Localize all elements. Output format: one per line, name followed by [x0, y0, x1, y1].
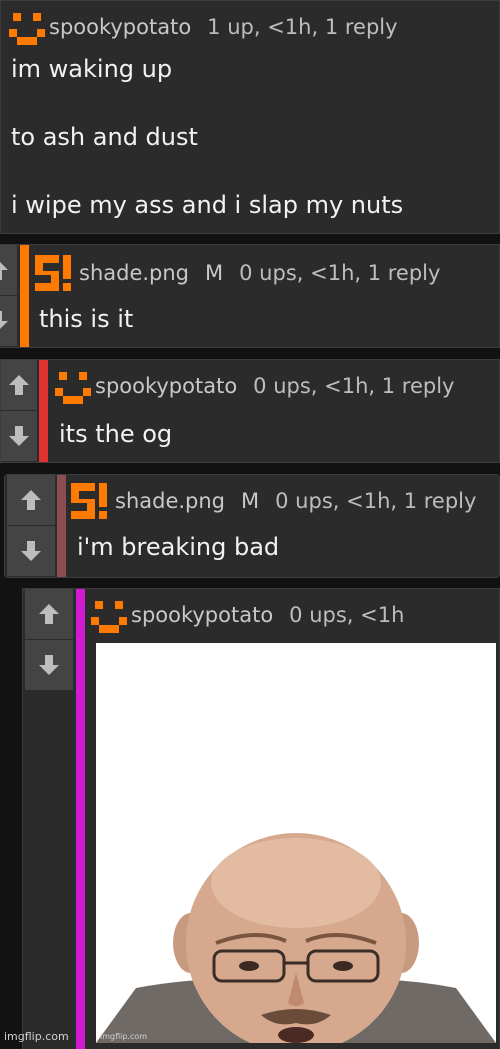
upvote-button[interactable]	[7, 475, 55, 526]
comment-image[interactable]: imgflip.com	[96, 643, 496, 1043]
username-link[interactable]: shade.png	[79, 261, 189, 285]
upvote-button[interactable]	[25, 589, 73, 640]
up-arrow-icon	[9, 375, 29, 395]
s-exclaim-pixel-icon	[35, 255, 71, 291]
bald-man-photo	[96, 833, 496, 1043]
up-arrow-icon	[21, 490, 41, 510]
smiley-pixel-icon	[55, 372, 91, 404]
comment-meta: 0 ups, <1h, 1 reply	[239, 261, 441, 285]
username-link[interactable]: spookypotato	[95, 374, 237, 398]
mod-badge: M	[205, 261, 224, 285]
username-link[interactable]: spookypotato	[49, 15, 191, 39]
upvote-button[interactable]	[1, 360, 37, 411]
down-arrow-icon	[21, 541, 41, 561]
comment-text: this is it	[39, 305, 134, 333]
comment-header: spookypotato 0 ups, <1h	[91, 597, 404, 633]
comment-text: its the og	[59, 420, 173, 448]
comment-meta: 1 up, <1h, 1 reply	[207, 15, 398, 39]
comment-meta: 0 ups, <1h, 1 reply	[275, 489, 477, 513]
site-watermark: imgflip.com	[4, 1030, 69, 1043]
up-arrow-icon	[0, 262, 8, 280]
upvote-button[interactable]	[0, 245, 17, 296]
downvote-button[interactable]	[25, 640, 73, 691]
mod-badge: M	[241, 489, 260, 513]
vote-controls	[25, 589, 73, 691]
downvote-button[interactable]	[0, 296, 17, 347]
smiley-pixel-icon	[91, 601, 127, 633]
smiley-pixel-icon	[9, 13, 45, 45]
vote-controls	[7, 475, 55, 577]
up-arrow-icon	[39, 604, 59, 624]
comment-1: spookypotato 1 up, <1h, 1 reply im wakin…	[0, 0, 500, 234]
comment-3: spookypotato 0 ups, <1h, 1 reply its the…	[0, 359, 500, 463]
s-exclaim-pixel-icon	[71, 483, 107, 519]
comment-meta: 0 ups, <1h, 1 reply	[253, 374, 455, 398]
vote-controls	[1, 360, 37, 462]
downvote-button[interactable]	[7, 526, 55, 577]
image-watermark: imgflip.com	[100, 1032, 148, 1041]
thread-depth-bar	[76, 589, 85, 1049]
comment-text-line: im waking up	[11, 55, 173, 83]
down-arrow-icon	[9, 426, 29, 446]
thread-depth-bar	[39, 360, 48, 462]
thread-depth-bar	[57, 475, 66, 577]
down-arrow-icon	[0, 311, 8, 329]
username-link[interactable]: spookypotato	[131, 603, 273, 627]
comment-5: spookypotato 0 ups, <1h imgflip.com	[22, 588, 500, 1049]
comment-text: i'm breaking bad	[77, 533, 280, 561]
comment-text-line: i wipe my ass and i slap my nuts	[11, 191, 404, 219]
comment-header: shade.png M 0 ups, <1h, 1 reply	[71, 483, 476, 519]
comment-text-line: to ash and dust	[11, 123, 198, 151]
comment-header: shade.png M 0 ups, <1h, 1 reply	[35, 255, 440, 291]
comment-2: shade.png M 0 ups, <1h, 1 reply this is …	[0, 244, 500, 348]
vote-controls	[0, 245, 17, 347]
username-link[interactable]: shade.png	[115, 489, 225, 513]
comment-meta: 0 ups, <1h	[289, 603, 405, 627]
down-arrow-icon	[39, 655, 59, 675]
comment-header: spookypotato 0 ups, <1h, 1 reply	[55, 368, 454, 404]
comment-header: spookypotato 1 up, <1h, 1 reply	[9, 9, 398, 45]
comment-4: shade.png M 0 ups, <1h, 1 reply i'm brea…	[4, 474, 500, 578]
thread-depth-bar	[20, 245, 29, 347]
downvote-button[interactable]	[1, 411, 37, 462]
